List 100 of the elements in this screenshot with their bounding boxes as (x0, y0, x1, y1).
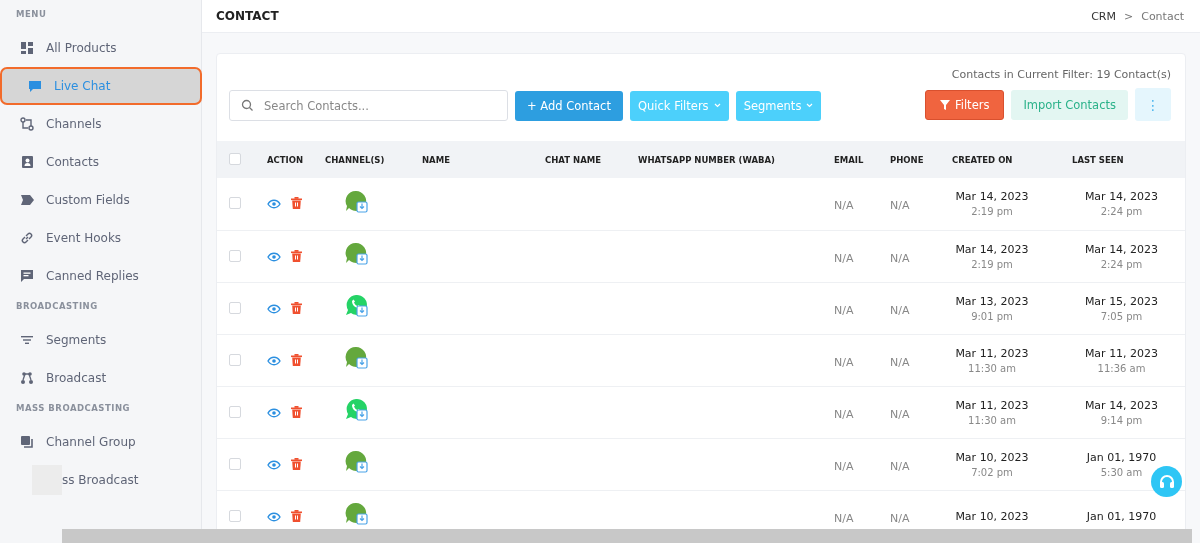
search-field[interactable]: Search Contacts... (229, 90, 508, 121)
chat-bubble-icon (345, 502, 369, 526)
column-header: CHAT NAME (545, 154, 601, 165)
message-icon (20, 269, 34, 283)
chat-icon (28, 79, 42, 93)
sidebar-item[interactable]: ss Broadcast (0, 461, 201, 499)
trash-icon[interactable] (291, 197, 302, 210)
eye-icon[interactable] (267, 407, 281, 418)
page-title: CONTACT (216, 9, 279, 23)
table-cell: N/A (890, 355, 910, 369)
trash-icon[interactable] (291, 353, 302, 366)
date-text: Mar 11, 2023 (954, 398, 1030, 412)
chat-bubble-icon (345, 189, 369, 214)
column-header: CHANNEL(S) (325, 154, 385, 165)
eye-icon[interactable] (267, 511, 281, 522)
sidebar-item[interactable]: Contacts (0, 143, 201, 181)
table-cell: N/A (834, 251, 854, 265)
sidebar-item[interactable]: Channel Group (0, 423, 201, 461)
eye-icon[interactable] (267, 303, 281, 314)
breadcrumb-link[interactable]: CRM (1091, 9, 1116, 23)
link-icon (20, 231, 34, 245)
row-checkbox[interactable] (229, 457, 241, 470)
time-text: 2:24 pm (1099, 206, 1144, 218)
select-all-checkbox[interactable] (229, 152, 241, 165)
headset-icon (1157, 472, 1176, 491)
eye-icon[interactable] (267, 199, 281, 210)
toolbar-button[interactable]: + Add Contact (515, 90, 623, 121)
time-text: 7:05 pm (1099, 310, 1144, 322)
time-text: 2:19 pm (970, 206, 1014, 218)
eye-icon[interactable] (267, 459, 281, 470)
filter-count-text: Contacts in Current Filter: 19 Contact(s) (951, 68, 1171, 81)
date-text: Mar 15, 2023 (1083, 294, 1160, 308)
date-text: Mar 14, 2023 (1083, 242, 1160, 256)
sidebar-item[interactable]: All Products (0, 29, 201, 67)
date-text: Mar 10, 2023 (954, 450, 1030, 464)
date-text: Mar 10, 2023 (954, 509, 1030, 523)
time-text: 2:19 pm (970, 258, 1014, 270)
date-text: Mar 13, 2023 (954, 294, 1030, 308)
filter-lines-icon (20, 333, 34, 347)
date-text: Mar 11, 2023 (1083, 346, 1160, 360)
time-text: 5:30 am (1099, 466, 1144, 478)
column-header: LAST SEEN (1072, 154, 1124, 165)
table-cell: N/A (890, 199, 910, 213)
sidebar-item[interactable]: Channels (0, 105, 201, 143)
table-cell: N/A (834, 407, 854, 421)
sidebar-item[interactable]: Event Hooks (0, 219, 201, 257)
row-checkbox[interactable] (229, 405, 241, 418)
row-checkbox[interactable] (229, 353, 241, 366)
date-text: Mar 11, 2023 (954, 346, 1030, 360)
toolbar-button[interactable]: Filters (924, 89, 1005, 120)
table-cell: N/A (834, 459, 854, 473)
row-checkbox[interactable] (229, 249, 241, 262)
table-cell: N/A (890, 511, 910, 525)
trash-icon[interactable] (291, 301, 302, 314)
trash-icon[interactable] (291, 509, 302, 522)
contact-card-icon (20, 155, 34, 169)
trash-icon[interactable] (291, 405, 302, 418)
nodes-icon (20, 371, 34, 385)
caret-icon (713, 103, 721, 108)
tag-icon (20, 193, 34, 207)
sidebar-item[interactable]: Custom Fields (0, 181, 201, 219)
table-cell: N/A (890, 407, 910, 421)
sidebar-item[interactable]: Segments (0, 321, 201, 359)
row-checkbox[interactable] (229, 509, 241, 522)
time-text: 7:02 pm (970, 466, 1014, 478)
chat-bubble-icon (345, 242, 369, 266)
section-heading: BROADCASTING (15, 301, 99, 311)
sidebar-item[interactable]: Broadcast (0, 359, 201, 397)
time-text: 11:30 am (967, 362, 1017, 374)
eye-icon[interactable] (267, 251, 281, 262)
whatsapp-icon (345, 294, 369, 318)
table-cell: N/A (834, 303, 854, 317)
table-cell: N/A (890, 251, 910, 265)
whatsapp-icon (345, 398, 369, 422)
table-cell: N/A (834, 511, 854, 525)
table-cell: N/A (890, 459, 910, 473)
time-text: 11:30 am (967, 414, 1017, 426)
chat-bubble-icon (345, 346, 369, 370)
column-header: ACTION (267, 154, 304, 165)
sidebar-item[interactable]: Canned Replies (0, 257, 201, 295)
section-heading: MASS BROADCASTING (15, 403, 131, 413)
table-cell: N/A (834, 199, 854, 213)
route-icon (20, 117, 34, 131)
time-text: 9:14 pm (1099, 414, 1144, 426)
table-cell: N/A (834, 355, 854, 369)
trash-icon[interactable] (291, 457, 302, 470)
eye-icon[interactable] (267, 355, 281, 366)
column-header: WHATSAPP NUMBER (WABA) (638, 154, 775, 165)
date-text: Jan 01, 1970 (1085, 509, 1158, 523)
time-text: 9:01 pm (970, 310, 1014, 322)
row-checkbox[interactable] (229, 197, 241, 210)
date-text: Mar 14, 2023 (954, 190, 1030, 204)
filter-icon (939, 99, 950, 110)
date-text: Jan 01, 1970 (1085, 450, 1158, 464)
chat-bubble-icon (345, 450, 369, 474)
trash-icon[interactable] (291, 249, 302, 262)
time-text: 2:24 pm (1099, 258, 1144, 270)
column-header: PHONE (890, 154, 924, 165)
section-heading: MENU (15, 9, 48, 19)
row-checkbox[interactable] (229, 301, 241, 314)
